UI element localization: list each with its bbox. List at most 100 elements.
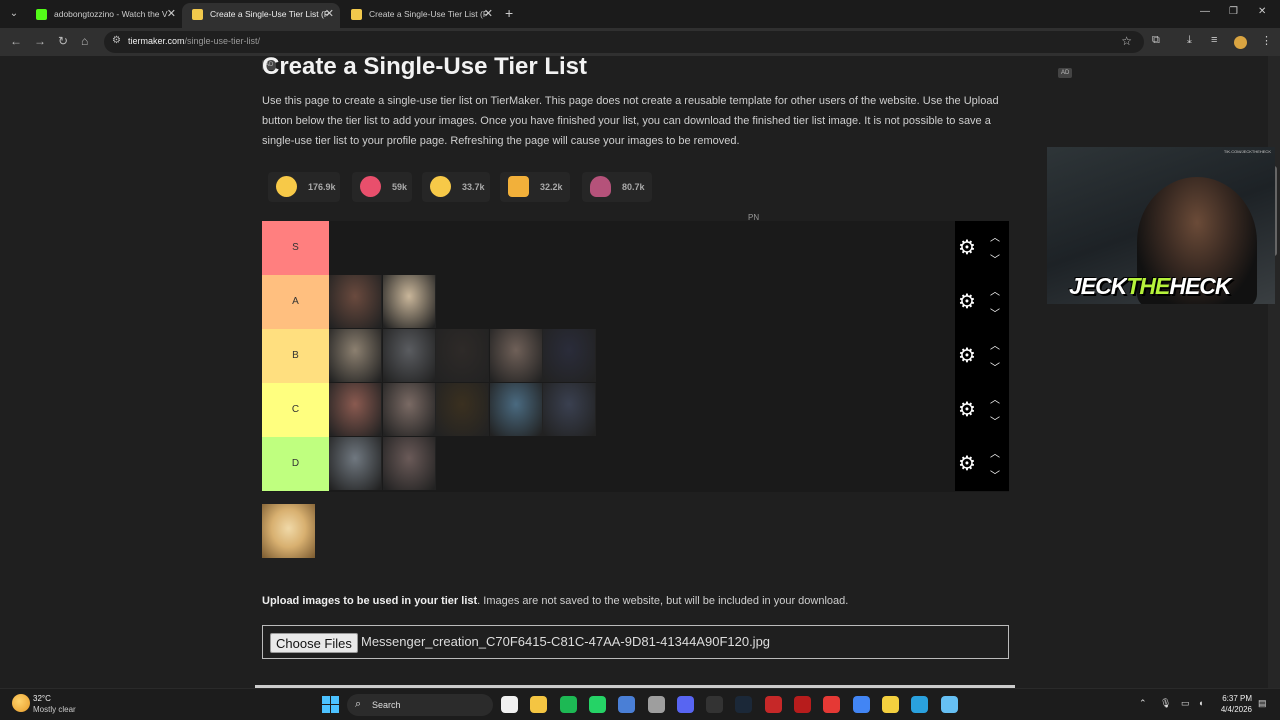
move-up-icon[interactable]: ︿ [990, 229, 1000, 244]
tier-label[interactable]: C [262, 383, 329, 437]
gear-icon[interactable]: ⚙ [958, 235, 976, 260]
page-title: Create a Single-Use Tier List [262, 56, 588, 80]
tab-tiermaker-active[interactable]: Create a Single-Use Tier List (P ✕ [182, 3, 340, 28]
bookmark-star-icon[interactable]: ☆ [1121, 34, 1132, 48]
profile-avatar-icon[interactable] [1234, 36, 1247, 49]
weather-status[interactable]: Mostly clear [33, 705, 76, 714]
microphone-icon[interactable]: 🎙 [1160, 698, 1171, 709]
unranked-pool-item[interactable] [262, 504, 315, 558]
network-icon[interactable]: ▭ [1181, 698, 1190, 709]
extensions-icon[interactable]: ⧉ [1152, 34, 1160, 47]
taskbar-app-icon[interactable] [588, 696, 606, 713]
taskbar-app-icon[interactable] [735, 696, 753, 713]
download-icon[interactable]: ⤓ [1187, 34, 1192, 47]
tab-tiermaker-2[interactable]: Create a Single-Use Tier List (P ✕ [341, 3, 499, 28]
tier-item-image[interactable] [489, 383, 543, 436]
tier-drop-zone[interactable] [329, 437, 955, 491]
tier-row-c: C ⚙ ︿ ﹀ [262, 383, 1009, 437]
move-up-icon[interactable]: ︿ [990, 391, 1000, 406]
start-button[interactable] [322, 696, 339, 713]
tab-search-icon[interactable]: ⌄ [4, 4, 24, 24]
reaction-grin[interactable]: 176.9k [268, 172, 340, 202]
media-control-icon[interactable]: ≡ [1211, 34, 1217, 46]
weather-icon[interactable] [12, 694, 30, 712]
new-tab-button[interactable]: + [505, 5, 513, 21]
reaction-raised-hands[interactable]: 32.2k [500, 172, 570, 202]
back-icon[interactable]: ← [10, 34, 22, 48]
tier-drop-zone[interactable] [329, 275, 955, 329]
move-down-icon[interactable]: ﹀ [990, 251, 1000, 266]
tier-label[interactable]: A [262, 275, 329, 329]
tray-overflow-icon[interactable]: ⌃ [1139, 698, 1147, 709]
volume-icon[interactable]: ◖ [1198, 698, 1203, 708]
move-up-icon[interactable]: ︿ [990, 445, 1000, 460]
gear-icon[interactable]: ⚙ [958, 343, 976, 368]
weather-temp[interactable]: 32°C [33, 694, 51, 703]
tier-item-image[interactable] [382, 383, 436, 436]
tier-drop-zone[interactable] [329, 221, 955, 275]
tier-item-image[interactable] [329, 329, 382, 382]
move-down-icon[interactable]: ﹀ [990, 413, 1000, 428]
reload-icon[interactable]: ↻ [58, 34, 68, 48]
forward-icon[interactable]: → [34, 34, 46, 48]
ad-badge-right[interactable]: AD [1058, 68, 1073, 78]
tier-item-image[interactable] [382, 437, 436, 490]
move-down-icon[interactable]: ﹀ [990, 359, 1000, 374]
system-clock[interactable]: 6:37 PM 4/4/2026 [1218, 693, 1252, 715]
taskbar-app-icon[interactable] [530, 696, 548, 713]
taskbar-app-icon[interactable] [940, 696, 958, 713]
gear-icon[interactable]: ⚙ [958, 397, 976, 422]
tier-drop-zone[interactable] [329, 383, 955, 437]
reaction-poop[interactable]: 80.7k [582, 172, 652, 202]
tier-item-image[interactable] [329, 437, 382, 490]
gear-icon[interactable]: ⚙ [958, 289, 976, 314]
tier-item-image[interactable] [489, 329, 543, 382]
tier-drop-zone[interactable] [329, 329, 955, 383]
taskbar-app-icon[interactable] [764, 696, 782, 713]
home-icon[interactable]: ⌂ [81, 34, 88, 48]
taskbar-app-icon[interactable] [559, 696, 577, 713]
taskbar-app-icon[interactable] [647, 696, 665, 713]
gear-icon[interactable]: ⚙ [958, 451, 976, 476]
taskbar-app-icon[interactable] [501, 696, 518, 713]
tier-item-image[interactable] [436, 383, 489, 436]
taskbar-app-icon[interactable] [852, 696, 870, 713]
close-window-icon[interactable]: ✕ [1258, 6, 1266, 17]
taskbar-app-icon[interactable] [911, 696, 929, 713]
minimize-icon[interactable]: — [1200, 6, 1210, 17]
file-upload-field[interactable]: Choose Files Messenger_creation_C70F6415… [262, 625, 1009, 659]
taskbar-app-icon[interactable] [794, 696, 811, 713]
tier-item-image[interactable] [329, 383, 382, 436]
taskbar-search[interactable]: ⌕ Search [347, 694, 493, 716]
tier-item-image[interactable] [436, 329, 489, 382]
close-tab-icon[interactable]: ✕ [167, 3, 176, 25]
move-down-icon[interactable]: ﹀ [990, 305, 1000, 320]
site-info-icon[interactable]: ⚙ [112, 35, 121, 46]
tier-item-image[interactable] [382, 275, 436, 328]
move-down-icon[interactable]: ﹀ [990, 467, 1000, 482]
taskbar-app-icon[interactable] [881, 696, 899, 713]
tier-label[interactable]: S [262, 221, 329, 275]
taskbar-app-icon[interactable] [706, 696, 724, 713]
move-up-icon[interactable]: ︿ [990, 283, 1000, 298]
move-up-icon[interactable]: ︿ [990, 337, 1000, 352]
tier-item-image[interactable] [543, 383, 596, 436]
reaction-heart-eyes[interactable]: 59k [352, 172, 412, 202]
reaction-laugh[interactable]: 33.7k [422, 172, 490, 202]
close-tab-icon[interactable]: ✕ [325, 3, 334, 25]
tier-item-image[interactable] [329, 275, 382, 328]
notification-icon[interactable]: ▤ [1258, 698, 1267, 709]
tier-item-image[interactable] [382, 329, 436, 382]
close-tab-icon[interactable]: ✕ [484, 3, 493, 25]
tier-item-image[interactable] [543, 329, 596, 382]
tier-label[interactable]: D [262, 437, 329, 491]
tier-label[interactable]: B [262, 329, 329, 383]
taskbar-app-icon[interactable] [618, 696, 636, 713]
taskbar-app-icon[interactable] [676, 696, 694, 713]
maximize-icon[interactable]: ❐ [1229, 6, 1238, 17]
taskbar-app-icon[interactable] [823, 696, 841, 713]
choose-files-button[interactable]: Choose Files [270, 633, 358, 653]
tab-kick[interactable]: adobongtozzino - Watch the V ✕ [26, 3, 182, 28]
menu-kebab-icon[interactable]: ⋮ [1261, 34, 1272, 47]
address-bar[interactable]: ⚙ tiermaker.com/single-use-tier-list/ ☆ [104, 31, 1144, 53]
